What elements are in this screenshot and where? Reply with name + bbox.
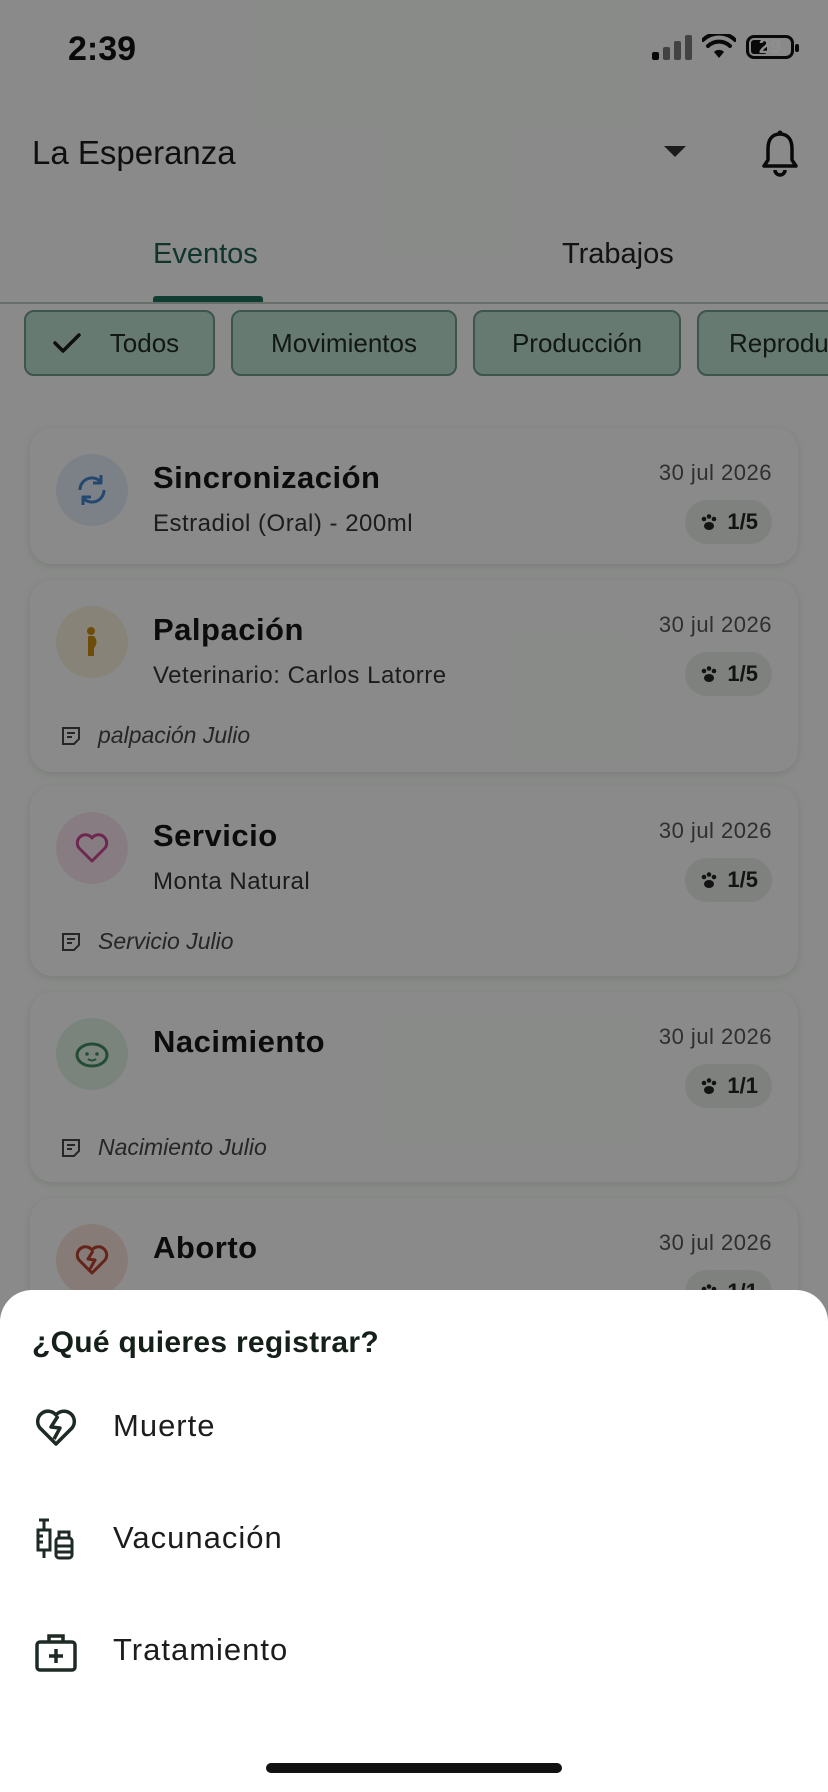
option-label: Muerte [113,1408,216,1443]
option-label: Tratamiento [113,1632,289,1667]
option-tratamiento[interactable]: Tratamiento [0,1604,828,1704]
register-bottom-sheet: ¿Qué quieres registrar? Muerte Vacunació… [0,1290,828,1792]
sheet-title: ¿Qué quieres registrar? [32,1326,380,1359]
vaccine-icon [36,1518,74,1560]
broken-heart-icon [35,1409,77,1446]
option-vacunacion[interactable]: Vacunación [0,1492,828,1592]
home-indicator[interactable] [266,1763,562,1773]
option-label: Vacunación [113,1520,283,1555]
medical-kit-icon [35,1634,77,1672]
option-muerte[interactable]: Muerte [0,1380,828,1480]
